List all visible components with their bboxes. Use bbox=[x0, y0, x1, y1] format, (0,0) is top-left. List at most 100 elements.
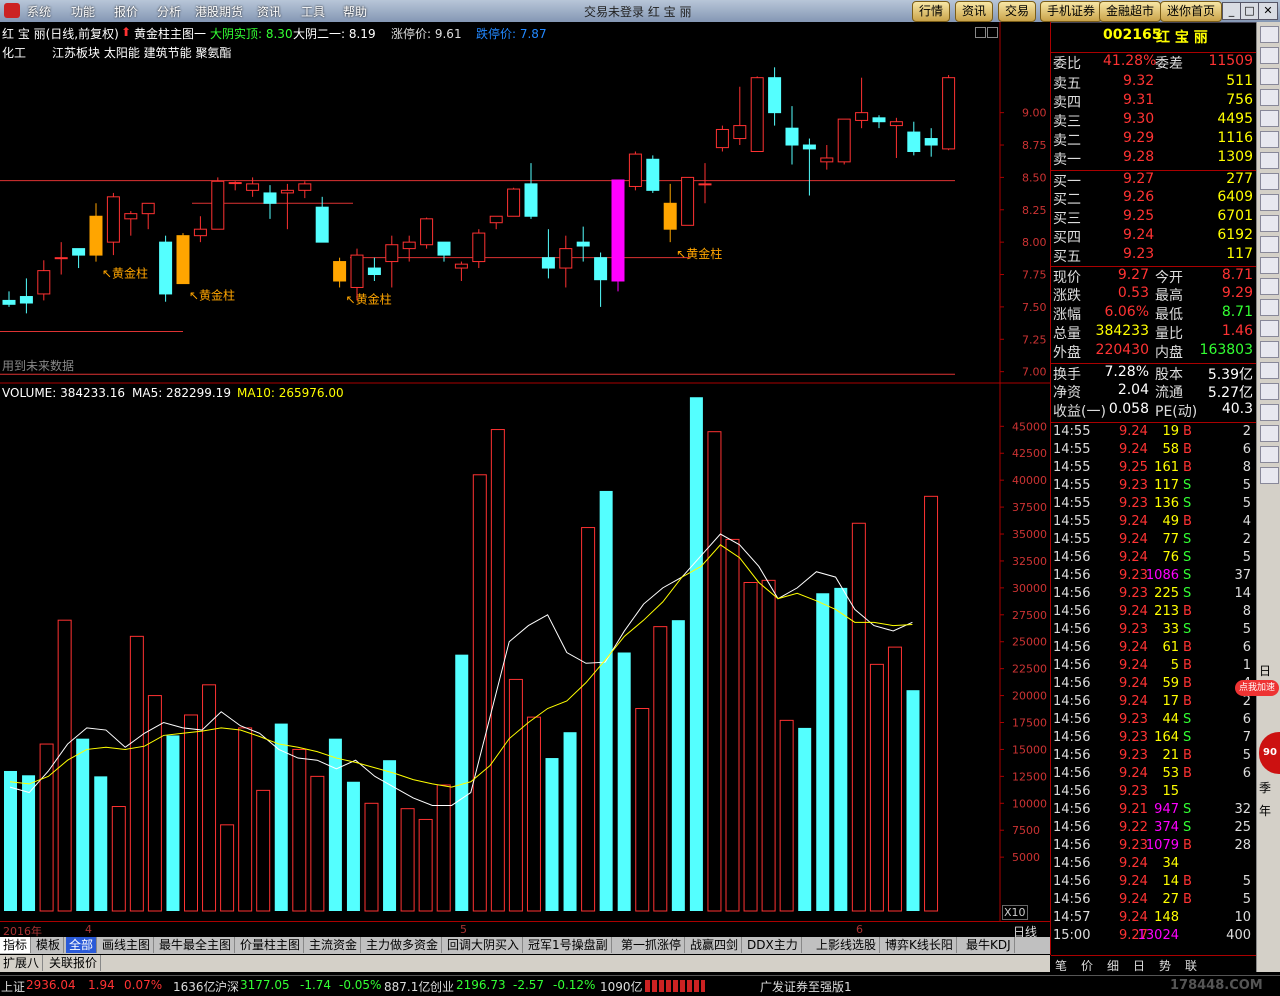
arrow-icon[interactable] bbox=[1260, 383, 1279, 400]
indicator-icon[interactable] bbox=[1260, 236, 1279, 253]
indicator-tab[interactable]: 最牛最全主图 bbox=[156, 937, 236, 953]
window-icon[interactable] bbox=[1260, 446, 1279, 463]
menu-analysis[interactable]: 分析 bbox=[157, 3, 181, 20]
chart-icon[interactable] bbox=[1260, 152, 1279, 169]
indicator-tab[interactable]: 冠军1号操盘副 bbox=[525, 937, 612, 953]
indicator-name[interactable]: 黄金柱主图一 bbox=[134, 25, 206, 42]
tick-time: 14:56 bbox=[1053, 838, 1091, 853]
quotes-button[interactable]: 行情 bbox=[912, 1, 951, 22]
side-label-year[interactable]: 年 bbox=[1259, 802, 1271, 819]
indicator-tab[interactable]: DDX主力 bbox=[744, 937, 802, 953]
mini-home-button[interactable]: 迷你首页 bbox=[1160, 1, 1223, 22]
candle-body bbox=[646, 158, 660, 191]
list-icon[interactable] bbox=[1260, 404, 1279, 421]
side-label-day[interactable]: 日 bbox=[1259, 662, 1271, 679]
tick-price: 9.24 bbox=[1119, 658, 1148, 673]
speed-gauge[interactable]: 90 bbox=[1259, 732, 1280, 774]
mobile-securities-button[interactable]: 手机证券 bbox=[1040, 1, 1103, 22]
compare-icon[interactable] bbox=[1260, 173, 1279, 190]
zoom-out-icon[interactable] bbox=[1260, 341, 1279, 358]
menu-tools[interactable]: 工具 bbox=[301, 3, 325, 20]
chart-close-icon[interactable] bbox=[987, 27, 998, 38]
speedup-badge[interactable]: 点我加速 bbox=[1235, 680, 1279, 696]
tick-side: S bbox=[1183, 730, 1192, 745]
indicator-tab[interactable]: 模板 bbox=[33, 937, 65, 953]
menu-function[interactable]: 功能 bbox=[71, 3, 95, 20]
minute-icon[interactable] bbox=[1260, 68, 1279, 85]
indicator-tab[interactable]: 价量柱主图 bbox=[237, 937, 305, 953]
tick-volume: 27 bbox=[1162, 892, 1179, 907]
tab-extension[interactable]: 扩展八 bbox=[0, 955, 44, 971]
tab-related-quotes[interactable]: 关联报价 bbox=[46, 955, 102, 971]
tick-row: 14:55 9.24 19 B 2 bbox=[1051, 424, 1257, 442]
candle-body bbox=[141, 202, 155, 215]
close-icon[interactable]: ✕ bbox=[1258, 2, 1278, 20]
indicator-tab[interactable]: 全部 bbox=[66, 937, 98, 953]
candle-body bbox=[594, 257, 608, 281]
candle-body bbox=[541, 257, 555, 269]
volume-bar bbox=[887, 646, 902, 912]
candle-body bbox=[663, 202, 677, 230]
move-icon[interactable] bbox=[1260, 320, 1279, 337]
menu-hk-futures[interactable]: 港股期货 bbox=[195, 3, 243, 20]
news-icon[interactable] bbox=[1260, 89, 1279, 106]
sector-icon[interactable] bbox=[1260, 194, 1279, 211]
kline-icon[interactable] bbox=[1260, 47, 1279, 64]
menu-system[interactable]: 系统 bbox=[27, 3, 51, 20]
toolbar-icon[interactable] bbox=[1260, 467, 1279, 484]
drawing-icon[interactable] bbox=[1260, 257, 1279, 274]
menu-news[interactable]: 资讯 bbox=[257, 3, 281, 20]
indicator-tab[interactable]: 主流资金 bbox=[306, 937, 362, 953]
volume-chart[interactable]: 45000 42500 40000 37500 35000 32500 30000 27500… bbox=[0, 384, 1050, 921]
indicator-tab[interactable]: 回调大阴买入 bbox=[444, 937, 524, 953]
restore-icon[interactable]: □ bbox=[1240, 2, 1259, 20]
tick-row: 14:55 9.24 58 B 6 bbox=[1051, 442, 1257, 460]
tick-side: B bbox=[1183, 658, 1192, 673]
finance-market-button[interactable]: 金融超市 bbox=[1099, 1, 1162, 22]
volume-bar bbox=[94, 776, 108, 911]
right-tab[interactable]: 价 bbox=[1081, 957, 1093, 974]
chart-expand-icon[interactable] bbox=[975, 27, 986, 38]
volume-bar bbox=[581, 527, 596, 912]
kline-chart[interactable]: 9.00 8.75 8.50 8.25 8.00 7.75 7.50 7.25 7.00 ↖黄金柱… bbox=[0, 22, 1050, 384]
zoom-icon[interactable] bbox=[1260, 299, 1279, 316]
indicator-tab[interactable]: 指标 bbox=[0, 937, 32, 953]
right-tab[interactable]: 势 bbox=[1159, 957, 1171, 974]
trade-button[interactable]: 交易 bbox=[998, 1, 1037, 22]
f10-icon[interactable] bbox=[1260, 131, 1279, 148]
right-tab[interactable]: 日 bbox=[1133, 957, 1145, 974]
indicator-tab[interactable]: 主力做多资金 bbox=[363, 937, 443, 953]
tick-count: 8 bbox=[1242, 604, 1251, 619]
volume-tick-label: 27500 bbox=[1012, 609, 1047, 622]
minimize-icon[interactable]: _ bbox=[1222, 2, 1241, 20]
right-tab[interactable]: 笔 bbox=[1055, 957, 1067, 974]
grid-icon[interactable] bbox=[1260, 425, 1279, 442]
right-tab[interactable]: 细 bbox=[1107, 957, 1119, 974]
indicator-tab[interactable]: 博弈K线长阳 bbox=[882, 937, 957, 953]
volume-tick-label: 5000 bbox=[1012, 851, 1040, 864]
indicator-tab[interactable]: 画线主图 bbox=[99, 937, 155, 953]
menu-help[interactable]: 帮助 bbox=[343, 3, 367, 20]
level-volume: 6192 bbox=[1217, 227, 1253, 243]
side-label-quarter[interactable]: 季 bbox=[1259, 779, 1271, 796]
news-button[interactable]: 资讯 bbox=[955, 1, 994, 22]
ranking-icon[interactable] bbox=[1260, 215, 1279, 232]
volume-tick-label: 10000 bbox=[1012, 797, 1047, 810]
volume-bar bbox=[743, 581, 758, 912]
level2-icon[interactable] bbox=[1260, 110, 1279, 127]
tick-volume: 61 bbox=[1162, 640, 1179, 655]
cy-index-amount: 1090亿 bbox=[600, 980, 643, 994]
indicator-tab[interactable]: 上影线选股 bbox=[813, 937, 881, 953]
tick-price: 9.24 bbox=[1119, 442, 1148, 457]
indicator-tab[interactable]: 战赢四剑 bbox=[687, 937, 743, 953]
stat-label: 换手 bbox=[1053, 367, 1081, 383]
rsi-icon[interactable] bbox=[1260, 278, 1279, 295]
right-tab[interactable]: 联 bbox=[1185, 957, 1197, 974]
indicator-tab[interactable]: 第一抓涨停 bbox=[618, 937, 686, 953]
menu-quote[interactable]: 报价 bbox=[114, 3, 138, 20]
tick-row: 14:56 9.23 1079 B 28 bbox=[1051, 838, 1257, 856]
indicator-tab[interactable]: 最牛KDJ bbox=[963, 937, 1015, 953]
volume-tick-label: 45000 bbox=[1012, 420, 1047, 433]
scroll-up-icon[interactable] bbox=[1260, 26, 1279, 43]
settings-icon[interactable] bbox=[1260, 362, 1279, 379]
